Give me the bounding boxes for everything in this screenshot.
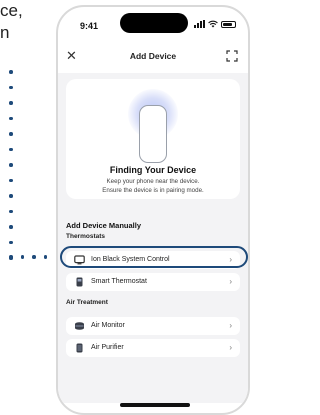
list-item-air-purifier[interactable]: Air Purifier › [66,339,240,357]
list-item-label: Smart Thermostat [91,278,147,285]
home-indicator[interactable] [120,403,190,407]
list-item-smart-thermostat[interactable]: Smart Thermostat › [66,273,240,291]
dotted-guide-horizontal [9,255,59,259]
dotted-guide-vertical [9,70,13,260]
status-bar: 9:41 [58,7,248,43]
finding-device-card: Finding Your Device Keep your phone near… [66,79,240,199]
signal-icon [194,20,205,28]
nav-bar: ✕ Add Device [58,47,248,67]
list-item-label: Air Monitor [91,322,125,329]
air-treatment-label: Air Treatment [66,299,108,306]
thermostat-icon [76,277,83,287]
wifi-icon [208,20,218,28]
list-item-air-monitor[interactable]: Air Monitor › [66,317,240,335]
finding-instruction-2: Ensure the device is in pairing mode. [102,187,204,194]
content-area: Finding Your Device Keep your phone near… [58,73,248,403]
battery-icon [221,20,236,28]
chevron-right-icon: › [229,277,232,286]
finding-title: Finding Your Device [109,165,197,175]
finding-instruction-1: Keep your phone near the device. [106,178,200,185]
dynamic-island [120,13,188,33]
scan-icon[interactable] [226,50,238,62]
phone-frame: 9:41 ✕ Add Device Finding Your Device Ke… [56,5,250,415]
caption-line-1: ce, [0,1,23,20]
air-monitor-icon [75,322,84,330]
status-icons [194,20,236,28]
list-item-label: Air Purifier [91,344,124,351]
chevron-right-icon: › [229,321,232,330]
thermostats-label: Thermostats [66,233,106,240]
device-illustration-icon [139,105,167,163]
status-time: 9:41 [80,21,99,31]
caption-line-2: n [0,23,10,42]
air-purifier-icon [76,343,83,353]
highlight-ring [60,246,248,268]
manual-section-title: Add Device Manually [66,221,142,230]
chevron-right-icon: › [229,343,232,352]
page-title: Add Device [129,51,177,61]
